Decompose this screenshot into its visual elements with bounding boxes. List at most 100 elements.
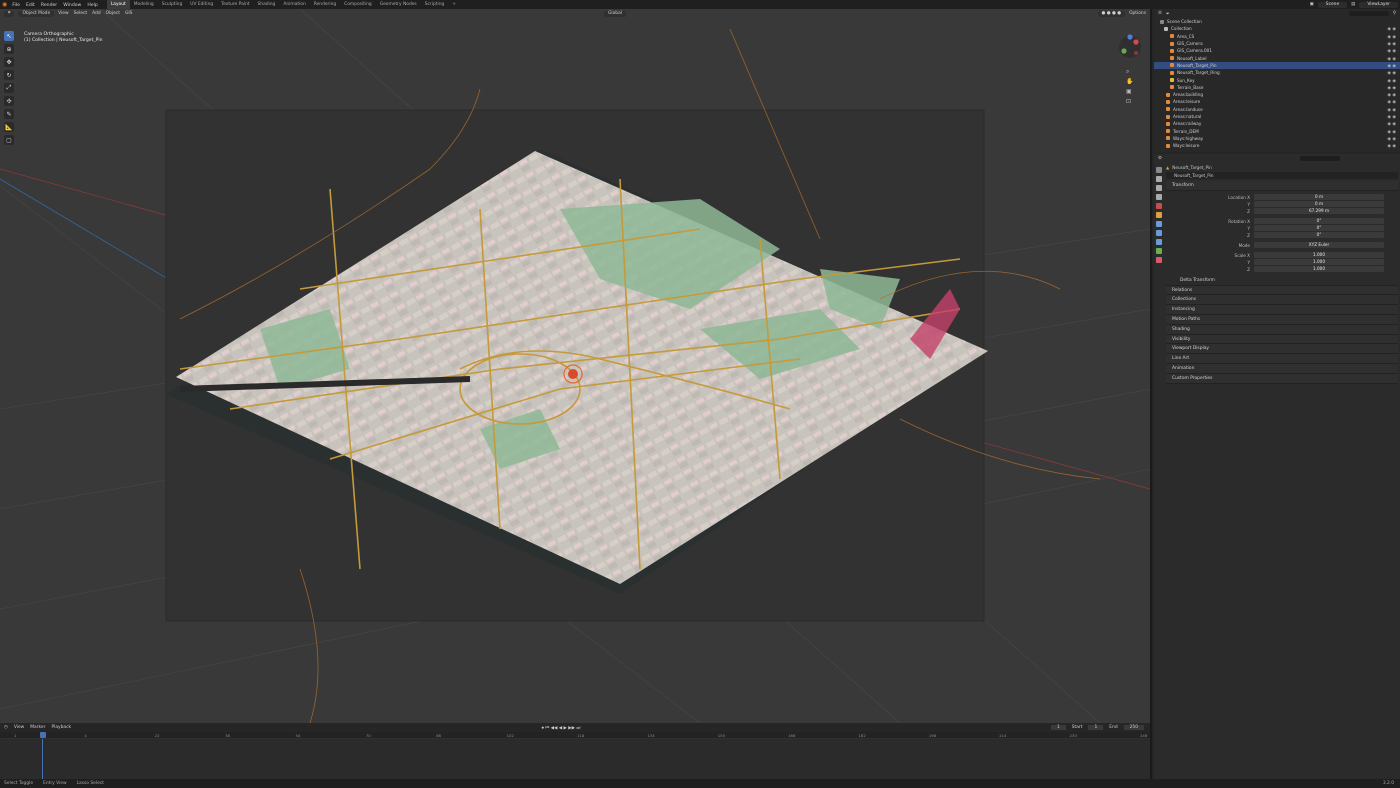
outliner-type-icon[interactable]: ☰ [1158,11,1162,16]
transform-value-field[interactable]: 0 m [1254,201,1384,208]
outliner-funnel-icon[interactable]: ⚲ [1393,11,1396,16]
3d-viewport[interactable]: ⌗ Object Mode View Select Add Object GIS Glo… [0,9,1150,723]
add-cube-tool-icon[interactable]: ▢ [4,135,14,145]
workspace-tab[interactable]: Layout [106,0,130,9]
panel-line-art[interactable]: Line Art [1166,354,1398,364]
visibility-eye-icon[interactable]: ◉ ◉ [1387,136,1396,141]
outliner-item[interactable]: Ways:highway ◉ ◉ [1154,135,1400,142]
workspace-tab[interactable]: Modeling [130,0,158,9]
viewlayer-field[interactable]: ViewLayer [1359,1,1398,8]
editor-type-icon[interactable]: ⌗ [4,10,15,17]
viewport-menu-select[interactable]: Select [74,11,88,16]
outliner-item[interactable]: Area_CS ◉ ◉ [1154,33,1400,40]
visibility-eye-icon[interactable]: ◉ ◉ [1387,85,1396,90]
visibility-eye-icon[interactable]: ◉ ◉ [1387,99,1396,104]
outliner-item[interactable]: Neusoft_Target_Pin ◉ ◉ [1154,61,1400,70]
outliner-item[interactable]: Areas:natural ◉ ◉ [1154,113,1400,120]
panel-motion-paths[interactable]: Motion Paths [1166,314,1398,325]
playback-menu[interactable]: View [14,725,24,730]
view-layer-tab-icon[interactable] [1156,194,1162,200]
outliner-item[interactable]: Areas:railway ◉ ◉ [1154,120,1400,127]
z-axis-gizmo-icon[interactable] [1127,34,1133,40]
outliner-item[interactable]: Ways:leisure ◉ ◉ [1154,142,1400,149]
visibility-eye-icon[interactable]: ◉ ◉ [1387,26,1396,31]
outliner-item[interactable]: Terrain_Base ◉ ◉ [1154,84,1400,91]
data-tab-icon[interactable] [1156,248,1162,254]
workspace-tab[interactable]: Sculpting [158,0,187,9]
visibility-eye-icon[interactable]: ◉ ◉ [1387,129,1396,134]
visibility-eye-icon[interactable]: ◉ ◉ [1387,41,1396,46]
material-tab-icon[interactable] [1156,257,1162,263]
visibility-eye-icon[interactable]: ◉ ◉ [1387,107,1396,112]
scene-name-field[interactable]: Scene [1317,1,1348,8]
outliner-item[interactable]: GIS_Camera.001 ◉ ◉ [1154,47,1400,54]
transform-value-field[interactable]: XYZ Euler [1254,242,1384,249]
panel-animation[interactable]: Animation [1166,363,1398,374]
orientation-select[interactable]: Global [603,10,626,17]
transform-value-field[interactable]: 0 m [1254,194,1384,201]
transform-value-field[interactable]: 0° [1254,218,1384,225]
outliner-item[interactable]: GIS_Camera ◉ ◉ [1154,40,1400,47]
outliner-item[interactable]: Areas:building ◉ ◉ [1154,91,1400,98]
current-frame-field[interactable]: 1 [1050,725,1066,730]
panel-relations[interactable]: Relations [1166,285,1398,296]
visibility-eye-icon[interactable]: ◉ ◉ [1387,121,1396,126]
timeline-body[interactable] [0,732,1150,779]
particles-tab-icon[interactable] [1156,230,1162,236]
workspace-tab[interactable]: Scripting [421,0,449,9]
shading-buttons[interactable]: ● ● ● ● [1097,10,1126,17]
transform-value-field[interactable]: 0° [1254,232,1384,239]
outliner-item[interactable]: Neusoft_Label ◉ ◉ [1154,54,1400,61]
viewport-menu-gis[interactable]: GIS [125,11,132,16]
properties-search[interactable] [1300,156,1340,161]
workspace-tab[interactable]: Rendering [310,0,340,9]
visibility-eye-icon[interactable]: ◉ ◉ [1387,70,1396,75]
delta-transform-header[interactable]: Delta Transform [1166,275,1398,286]
panel-custom-properties[interactable]: Custom Properties [1166,373,1398,384]
transform-value-field[interactable]: 1.000 [1254,259,1384,266]
annotate-tool-icon[interactable]: ✎ [4,109,14,119]
visibility-eye-icon[interactable]: ◉ ◉ [1387,56,1396,61]
panel-instancing[interactable]: Instancing [1166,305,1398,315]
menu-help[interactable]: Help [87,3,97,8]
modifier-tab-icon[interactable] [1156,221,1162,227]
visibility-eye-icon[interactable]: ◉ ◉ [1387,114,1396,119]
outliner-item[interactable]: Areas:landuse ◉ ◉ [1154,106,1400,113]
options-button[interactable]: Options [1129,11,1146,16]
outliner-item[interactable]: Areas:leisure ◉ ◉ [1154,98,1400,105]
frame-ruler[interactable]: 1 4 22 38 54 70 86 102 118 134 150 166 182 198 214 230 2… [0,732,1150,739]
x-axis-gizmo-icon[interactable] [1133,39,1139,45]
transform-value-field[interactable]: 0° [1254,225,1384,232]
viewport-menu-object[interactable]: Object [106,11,120,16]
select-tool-icon[interactable]: ↖ [4,31,14,41]
physics-tab-icon[interactable] [1156,239,1162,245]
panel-visibility[interactable]: Visibility [1166,334,1398,345]
workspace-tab[interactable]: Texture Paint [217,0,253,9]
visibility-eye-icon[interactable]: ◉ ◉ [1387,143,1396,148]
viewport-menu-view[interactable]: View [58,11,68,16]
viewport-menu-add[interactable]: Add [92,11,101,16]
render-tab-icon[interactable] [1156,176,1162,182]
transform-value-field[interactable]: 1.000 [1254,252,1384,259]
cursor-tool-icon[interactable]: ⊕ [4,44,14,54]
workspace-tab[interactable]: Compositing [340,0,376,9]
transform-value-field[interactable]: 67.299 m [1254,208,1384,215]
outliner-item[interactable]: Collection ◉ ◉ [1154,25,1400,32]
visibility-eye-icon[interactable]: ◉ ◉ [1387,48,1396,53]
blender-logo-icon[interactable]: ◉ [2,1,7,8]
outliner-item[interactable]: Terrain_DEM ◉ ◉ [1154,127,1400,134]
scene-tab-icon[interactable] [1156,203,1162,209]
transform-panel-header[interactable]: Transform [1166,181,1398,191]
properties-type-icon[interactable]: ⚙ [1158,156,1162,161]
view-menu[interactable]: Playback [51,725,71,730]
visibility-eye-icon[interactable]: ◉ ◉ [1387,78,1396,83]
workspace-tab[interactable]: Shading [254,0,280,9]
y-axis-gizmo-icon[interactable] [1121,48,1127,54]
move-tool-icon[interactable]: ✥ [4,57,14,67]
outliner-item[interactable]: Neusoft_Target_Ring ◉ ◉ [1154,69,1400,76]
panel-collections[interactable]: Collections [1166,295,1398,306]
marker-menu[interactable]: Marker [30,725,45,730]
panel-shading[interactable]: Shading [1166,324,1398,335]
workspace-tab[interactable]: + [448,0,460,9]
playback-controls[interactable]: ⏺ ⏮ ◀◀ ◀ ▶ ▶▶ ⏭ [542,725,581,731]
